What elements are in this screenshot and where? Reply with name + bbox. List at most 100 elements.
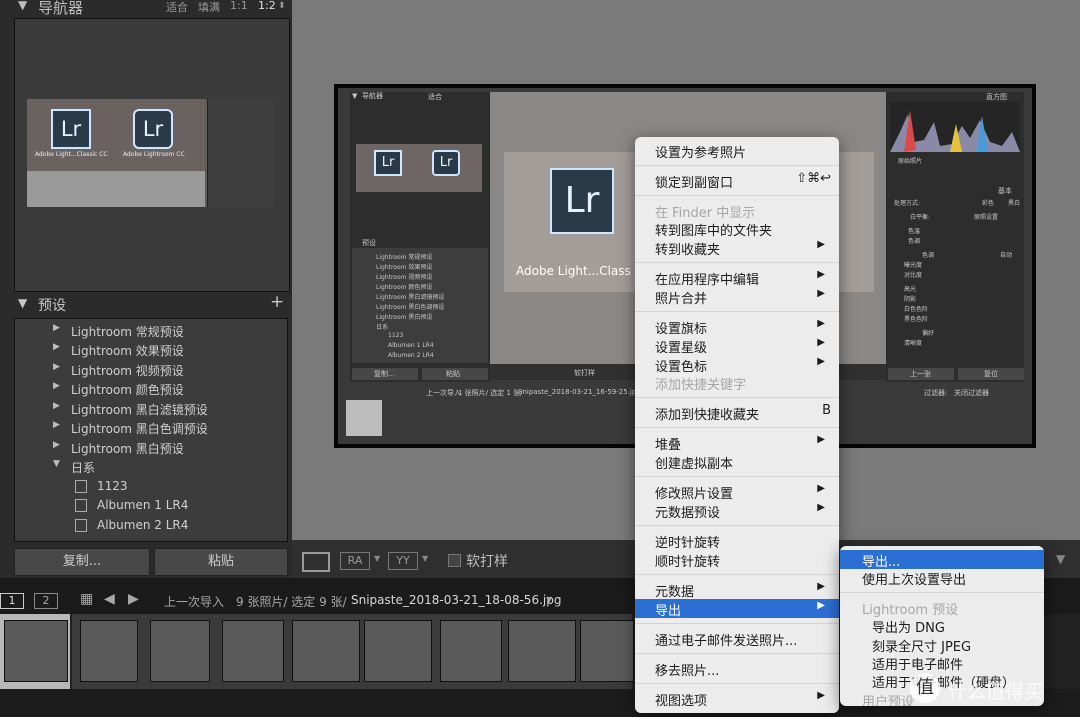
film-thumb[interactable] xyxy=(150,620,210,682)
inner-whites: 白色色阶 xyxy=(904,306,929,313)
page-2-button[interactable]: 2 xyxy=(34,593,58,609)
menu-item[interactable]: 设置色标 ▶ xyxy=(635,355,839,375)
soft-proof-checkbox[interactable] xyxy=(448,554,461,567)
navigator-thumbnail: Lr Lr Adobe Light...Classic CC Adobe Lig… xyxy=(27,99,274,207)
inner-bw: 黑白 xyxy=(1008,200,1021,207)
inner-color: 彩色 xyxy=(982,200,995,207)
submenu-arrow-icon: ▶ xyxy=(817,581,825,592)
preset-folder[interactable]: ▶ Lightroom 视频预设 xyxy=(15,360,287,379)
compare-icon[interactable]: YY xyxy=(388,552,418,570)
menu-item[interactable]: 元数据 ▶ xyxy=(635,580,839,600)
inner-big-lr-logo: Lr xyxy=(550,168,614,234)
inner-tint: 色调 xyxy=(908,238,921,245)
submenu-item[interactable]: 刻录全尺寸 JPEG xyxy=(840,635,1044,655)
page-1-button[interactable]: 1 xyxy=(0,593,24,609)
collapse-triangle-icon[interactable]: ▼ xyxy=(18,296,27,310)
chevron-down-icon[interactable]: ▼ xyxy=(422,554,428,563)
menu-item[interactable]: 移去照片... xyxy=(635,659,839,679)
expand-triangle-icon[interactable]: ▶ xyxy=(53,342,60,352)
preset-folder[interactable]: ▶ Lightroom 黑白色调预设 xyxy=(15,418,287,437)
zoom-fit[interactable]: 适合 xyxy=(166,0,188,15)
menu-item[interactable]: 转到收藏夹 ▶ xyxy=(635,238,839,258)
film-thumb[interactable] xyxy=(364,620,432,682)
expand-triangle-icon[interactable]: ▶ xyxy=(53,323,60,333)
preset-folder[interactable]: ▶ Lightroom 常规预设 xyxy=(15,321,287,340)
loupe-view-icon[interactable] xyxy=(302,552,330,572)
copy-button[interactable]: 复制... xyxy=(14,548,150,576)
inner-big-label: Adobe Light...Class xyxy=(516,264,631,278)
zoom-1-1[interactable]: 1:1 xyxy=(230,0,248,12)
preset-folder[interactable]: ▶ Lightroom 黑白预设 xyxy=(15,438,287,457)
submenu-arrow-icon: ▶ xyxy=(817,434,825,445)
collapse-triangle-icon[interactable]: ▼ xyxy=(53,459,60,469)
menu-item[interactable]: 设置为参考照片 xyxy=(635,141,839,161)
preset-folder[interactable]: ▶ Lightroom 颜色预设 xyxy=(15,379,287,398)
film-thumb[interactable] xyxy=(580,620,634,682)
arrow-left-icon[interactable]: ◀ xyxy=(104,591,115,607)
add-preset-icon[interactable]: + xyxy=(270,292,284,312)
preset-folder[interactable]: ▶ Lightroom 黑白滤镜预设 xyxy=(15,399,287,418)
inner-preset: Lightroom 视频预设 xyxy=(376,274,433,281)
menu-item[interactable]: 在应用程序中编辑 ▶ xyxy=(635,268,839,288)
paste-button[interactable]: 粘贴 xyxy=(154,548,288,576)
submenu-item-export[interactable]: 导出... xyxy=(840,550,1044,570)
menu-item[interactable]: 修改照片设置 ▶ xyxy=(635,482,839,502)
zoom-1-2[interactable]: 1:2 xyxy=(258,0,276,12)
menu-item[interactable]: 添加到快捷收藏夹 B xyxy=(635,403,839,423)
preset-folder-expanded[interactable]: ▼ 日系 xyxy=(15,457,287,476)
submenu-item[interactable]: 使用上次设置导出 xyxy=(840,568,1044,588)
expand-triangle-icon[interactable]: ▶ xyxy=(53,381,60,391)
inner-copy: 复制... xyxy=(374,370,395,378)
menu-item[interactable]: 堆叠 ▶ xyxy=(635,433,839,453)
toolbar-menu-icon[interactable]: ▼ xyxy=(1056,552,1065,566)
expand-triangle-icon[interactable]: ▶ xyxy=(53,440,60,450)
inner-auto: 自动 xyxy=(1000,252,1013,259)
menu-item[interactable]: 照片合并 ▶ xyxy=(635,287,839,307)
menu-item[interactable]: 顺时针旋转 xyxy=(635,550,839,570)
film-thumb[interactable] xyxy=(440,620,502,682)
navigator-header[interactable]: ▼ 导航器 适合 填满 1:1 1:2 ⬍ xyxy=(14,0,292,17)
inner-histogram-chart xyxy=(890,102,1020,152)
preset-item[interactable]: 1123 xyxy=(15,477,287,496)
filmstrip-filename[interactable]: Snipaste_2018-03-21_18-08-56.jpg xyxy=(351,593,561,607)
submenu-arrow-icon: ▶ xyxy=(817,318,825,329)
zoom-stepper-icon[interactable]: ⬍ xyxy=(278,1,286,11)
menu-item[interactable]: 元数据预设 ▶ xyxy=(635,501,839,521)
preset-item[interactable]: Albumen 1 LR4 xyxy=(15,496,287,515)
menu-item[interactable]: 创建虚拟副本 xyxy=(635,452,839,472)
chevron-down-icon[interactable]: ▼ xyxy=(374,554,380,563)
arrow-right-icon[interactable]: ▶ xyxy=(128,591,139,607)
submenu-item[interactable]: 导出为 DNG xyxy=(840,616,1044,636)
menu-item[interactable]: 逆时针旋转 xyxy=(635,531,839,551)
presets-header[interactable]: ▼ 预设 + xyxy=(14,292,292,316)
filmstrip-source[interactable]: 上一次导入 xyxy=(164,593,224,610)
grid-icon[interactable]: ▦ xyxy=(80,591,93,607)
inner-basic-title: 基本 xyxy=(998,187,1012,195)
expand-triangle-icon[interactable]: ▶ xyxy=(53,420,60,430)
menu-item[interactable]: 视图选项 ▶ xyxy=(635,689,839,709)
expand-triangle-icon[interactable]: ▶ xyxy=(53,401,60,411)
menu-item[interactable]: 设置旗标 ▶ xyxy=(635,317,839,337)
film-thumb[interactable] xyxy=(4,620,68,682)
menu-item[interactable]: 转到图库中的文件夹 xyxy=(635,219,839,239)
film-thumb[interactable] xyxy=(222,620,284,682)
menu-item-export[interactable]: 导出 ▶ xyxy=(635,599,839,619)
collapse-triangle-icon[interactable]: ▼ xyxy=(18,0,27,12)
submenu-item[interactable]: 适用于电子邮件 xyxy=(840,653,1044,673)
film-thumb[interactable] xyxy=(508,620,576,682)
zoom-fill[interactable]: 填满 xyxy=(198,0,220,15)
expand-triangle-icon[interactable]: ▶ xyxy=(53,362,60,372)
menu-item[interactable]: 设置星级 ▶ xyxy=(635,336,839,356)
menu-item[interactable]: 锁定到副窗口 ⇧⌘↩ xyxy=(635,171,839,191)
watermark-icon: 值 xyxy=(910,673,940,703)
preset-folder[interactable]: ▶ Lightroom 效果预设 xyxy=(15,340,287,359)
rotate-icon[interactable]: RA xyxy=(340,552,370,570)
chevron-down-icon[interactable]: ▼ xyxy=(546,595,552,604)
preset-item[interactable]: Albumen 2 LR4 xyxy=(15,516,287,535)
menu-item[interactable]: 通过电子邮件发送照片... xyxy=(635,629,839,649)
navigator-preview[interactable]: Lr Lr Adobe Light...Classic CC Adobe Lig… xyxy=(14,18,290,292)
film-thumb[interactable] xyxy=(80,620,138,682)
inner-prev: 上一张 xyxy=(910,370,931,378)
submenu-arrow-icon: ▶ xyxy=(817,288,825,299)
film-thumb[interactable] xyxy=(292,620,360,682)
